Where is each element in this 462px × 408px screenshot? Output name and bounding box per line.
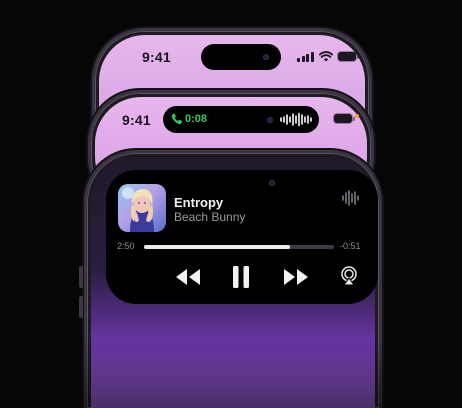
playback-progress-slider[interactable]	[144, 245, 334, 249]
next-track-icon	[284, 269, 308, 285]
audio-waveform-icon	[280, 112, 312, 127]
pause-icon	[233, 266, 249, 288]
front-camera-icon	[263, 54, 269, 60]
volume-up-button	[79, 266, 83, 288]
recording-indicator-dot	[355, 113, 359, 118]
volume-down-button	[79, 296, 83, 318]
track-artist: Beach Bunny	[174, 210, 246, 224]
album-artwork-illustration	[122, 187, 154, 232]
battery-icon	[337, 52, 359, 61]
previous-track-icon	[176, 269, 200, 285]
equalizer-icon	[342, 190, 359, 206]
call-duration: 0:08	[185, 113, 208, 125]
album-artwork[interactable]	[118, 184, 166, 232]
iphone-dynamic-island-showcase: 9:41 9:41 0:08 Entropy Beach Bunny 2:50 …	[0, 0, 462, 408]
front-camera-icon	[269, 180, 275, 186]
signal-icon	[297, 51, 314, 62]
playback-progress-fill	[144, 245, 291, 249]
next-track-button[interactable]	[283, 266, 309, 288]
status-time: 9:41	[122, 112, 151, 128]
battery-icon	[334, 114, 355, 123]
track-title: Entropy	[174, 195, 224, 210]
airplay-icon	[341, 266, 357, 286]
dynamic-island-call-activity[interactable]: 0:08	[163, 106, 319, 133]
wifi-icon	[318, 51, 333, 62]
status-icons	[297, 51, 359, 62]
status-icons	[334, 113, 359, 123]
previous-track-button[interactable]	[175, 266, 201, 288]
pause-button[interactable]	[231, 264, 251, 290]
remaining-time: -0:51	[340, 241, 361, 251]
phone-call-icon	[171, 113, 183, 125]
status-time: 9:41	[142, 49, 171, 65]
dynamic-island-compact[interactable]	[201, 44, 281, 70]
elapsed-time: 2:50	[117, 241, 135, 251]
airplay-button[interactable]	[340, 266, 358, 286]
front-camera-icon	[267, 117, 273, 123]
